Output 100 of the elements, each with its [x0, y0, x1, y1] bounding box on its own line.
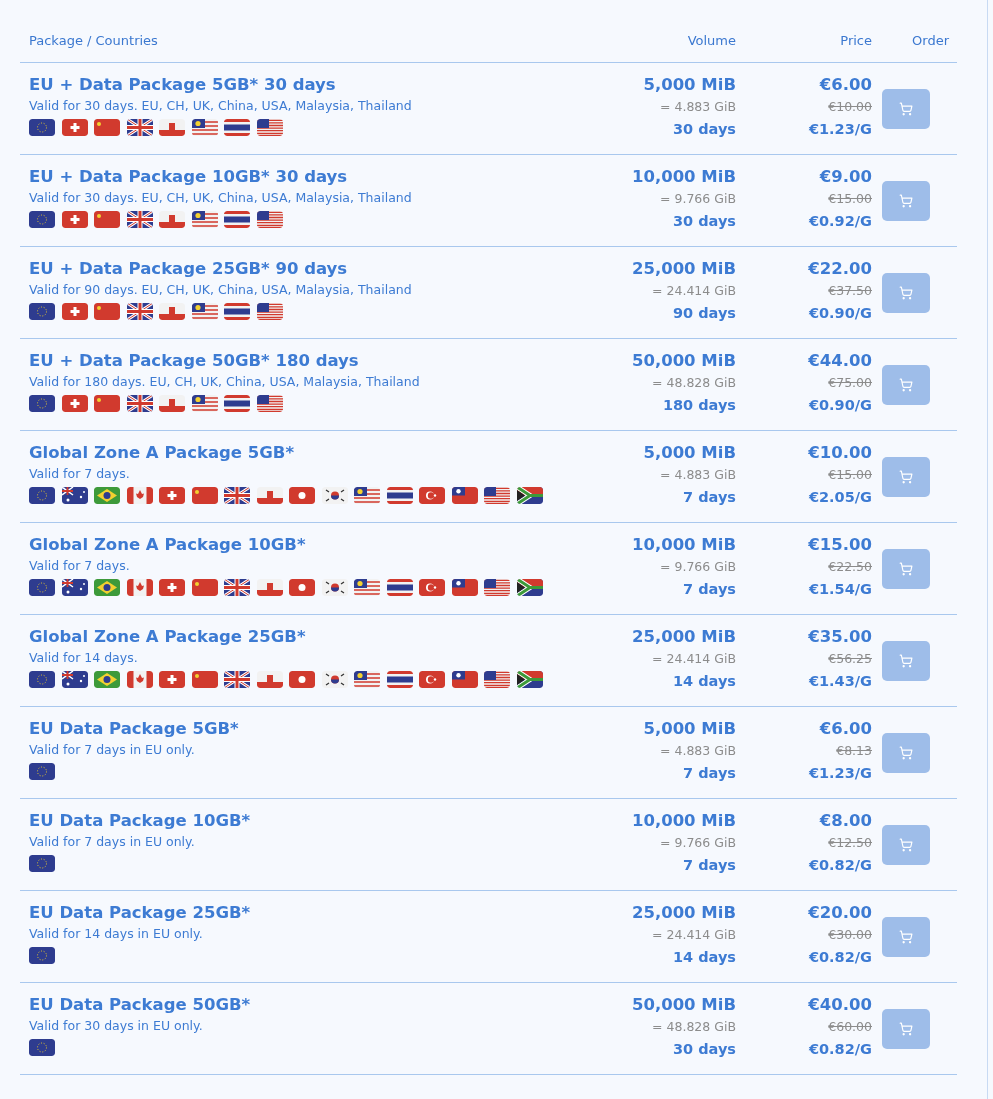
flag-icon: [126, 395, 153, 412]
flag-icon: [516, 487, 543, 504]
flag-icon: [191, 303, 218, 320]
flag-icon: [386, 671, 413, 688]
flag-icon: [29, 1039, 55, 1056]
flag-icon: [451, 671, 478, 688]
cart-icon: [899, 561, 913, 576]
price: €6.00: [819, 74, 872, 96]
flag-icon: [451, 487, 478, 504]
flag-icon: [321, 487, 348, 504]
order-button[interactable]: [882, 272, 930, 313]
cart-icon: [899, 653, 913, 668]
duration: 7 days: [683, 764, 736, 783]
volume: 5,000 MiB: [643, 718, 736, 740]
flag-icon: [191, 119, 218, 136]
price: €10.00: [808, 442, 872, 464]
package-description: Valid for 180 days. EU, CH, UK, China, USA, Malaysia, Thailand: [29, 373, 420, 391]
flag-icon: [321, 579, 348, 596]
order-button[interactable]: [882, 640, 930, 681]
flag-icon: [451, 579, 478, 596]
flag-icon: [29, 763, 55, 780]
flag-icon: [29, 303, 55, 320]
order-button[interactable]: [882, 732, 930, 773]
order-button[interactable]: [882, 548, 930, 589]
flag-icon: [256, 395, 283, 412]
old-price: €12.50: [828, 834, 872, 852]
flag-icon: [94, 579, 120, 596]
old-price: €15.00: [828, 466, 872, 484]
old-price: €37.50: [828, 282, 872, 300]
duration: 90 days: [672, 304, 736, 323]
package-description: Valid for 14 days.: [29, 649, 138, 667]
old-price: €10.00: [828, 98, 872, 116]
package-description: Valid for 14 days in EU only.: [29, 925, 203, 943]
flag-icon: [126, 671, 153, 688]
flag-icon: [354, 671, 380, 688]
order-button[interactable]: [882, 364, 930, 405]
volume: 10,000 MiB: [631, 534, 736, 556]
unit-price: €0.82/G: [808, 856, 872, 875]
flag-icon: [94, 671, 120, 688]
old-price: €15.00: [828, 190, 872, 208]
volume-gib: = 9.766 GiB: [660, 558, 736, 576]
order-button[interactable]: [882, 916, 930, 957]
flag-icon: [159, 487, 185, 504]
flag-icon: [419, 671, 445, 688]
flag-icon: [354, 487, 380, 504]
package-description: Valid for 7 days.: [29, 465, 130, 483]
order-button[interactable]: [882, 456, 930, 497]
volume: 25,000 MiB: [631, 626, 736, 648]
flag-icon: [61, 671, 88, 688]
flag-icon: [29, 395, 55, 412]
volume-gib: = 48.828 GiB: [652, 1018, 736, 1036]
unit-price: €0.90/G: [808, 304, 872, 323]
package-description: Valid for 7 days.: [29, 557, 130, 575]
volume: 5,000 MiB: [643, 74, 736, 96]
order-button[interactable]: [882, 1008, 930, 1049]
order-button[interactable]: [882, 180, 930, 221]
flag-icon: [61, 487, 88, 504]
flag-icon: [321, 671, 348, 688]
cart-icon: [899, 469, 913, 484]
cart-icon: [899, 193, 913, 208]
flag-icon: [61, 303, 88, 320]
flag-icon: [94, 211, 120, 228]
volume: 50,000 MiB: [631, 350, 736, 372]
package-description: Valid for 30 days. EU, CH, UK, China, USA, Malaysia, Thailand: [29, 189, 412, 207]
flag-icon: [419, 579, 445, 596]
flag-icon: [224, 119, 250, 136]
duration: 180 days: [662, 396, 736, 415]
cart-icon: [899, 377, 913, 392]
old-price: €56.25: [828, 650, 872, 668]
flag-icon: [419, 487, 445, 504]
duration: 7 days: [683, 488, 736, 507]
package-name: EU Data Package 50GB*: [29, 994, 251, 1016]
flag-icon: [29, 947, 55, 964]
unit-price: €1.23/G: [808, 120, 872, 139]
package-description: Valid for 30 days in EU only.: [29, 1017, 203, 1035]
duration: 7 days: [683, 856, 736, 875]
column-header: Volume: [580, 30, 740, 63]
volume-gib: = 24.414 GiB: [652, 650, 736, 668]
duration: 30 days: [672, 1040, 736, 1059]
flag-icon: [224, 487, 250, 504]
flag-icon: [484, 579, 510, 596]
flag-icon: [126, 119, 153, 136]
old-price: €75.00: [828, 374, 872, 392]
flag-icon: [354, 579, 380, 596]
price: €15.00: [808, 534, 872, 556]
price: €40.00: [808, 994, 872, 1016]
unit-price: €1.43/G: [808, 672, 872, 691]
cart-icon: [899, 285, 913, 300]
volume-gib: = 24.414 GiB: [652, 282, 736, 300]
order-button[interactable]: [882, 824, 930, 865]
volume-gib: = 4.883 GiB: [660, 466, 736, 484]
old-price: €22.50: [828, 558, 872, 576]
flag-icon: [516, 579, 543, 596]
cart-icon: [899, 101, 913, 116]
price: €9.00: [819, 166, 872, 188]
flag-icon: [289, 487, 315, 504]
flag-icon: [159, 671, 185, 688]
order-button[interactable]: [882, 88, 930, 129]
column-header: Price: [740, 30, 876, 63]
flag-icon: [191, 487, 218, 504]
